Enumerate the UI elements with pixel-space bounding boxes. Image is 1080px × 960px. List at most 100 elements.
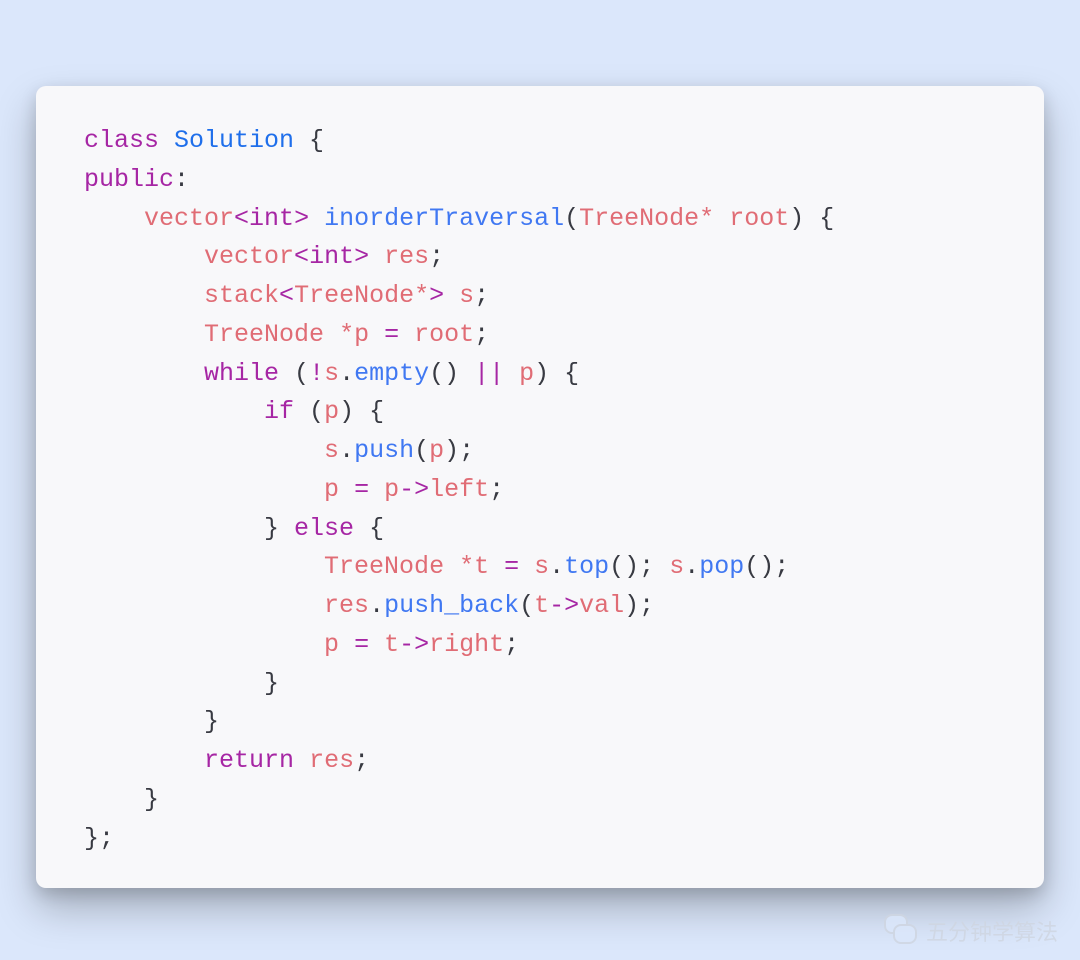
code-token: ( [519, 591, 534, 620]
code-token: ) { [789, 204, 834, 233]
code-token: ( [309, 397, 324, 426]
code-token: t [384, 630, 399, 659]
code-token [84, 281, 204, 310]
code-token: < [279, 281, 294, 310]
code-token: TreeNode [579, 204, 699, 233]
code-token: s [459, 281, 474, 310]
code-token [84, 475, 324, 504]
code-token: p [519, 359, 534, 388]
code-token [84, 436, 324, 465]
code-token [84, 359, 204, 388]
code-card: class Solution { public: vector<int> ino… [36, 86, 1044, 888]
code-token: left [429, 475, 489, 504]
code-token: < [294, 242, 309, 271]
code-token [84, 552, 324, 581]
code-token: } [84, 707, 219, 736]
code-token: push [354, 436, 414, 465]
code-token: . [339, 359, 354, 388]
code-token: -> [399, 475, 429, 504]
code-token: = [354, 475, 384, 504]
code-token: * [339, 320, 354, 349]
code-token: res [309, 746, 354, 775]
code-token: int [249, 204, 294, 233]
code-token: > [354, 242, 384, 271]
code-token: empty [354, 359, 429, 388]
code-token: { [369, 514, 384, 543]
code-token: t [474, 552, 504, 581]
code-token [84, 397, 264, 426]
code-token: > [429, 281, 459, 310]
code-token: ! [309, 359, 324, 388]
code-token: > [294, 204, 324, 233]
code-token: s [669, 552, 684, 581]
code-token: val [579, 591, 624, 620]
code-token: p [429, 436, 444, 465]
code-token [84, 591, 324, 620]
code-token: p [324, 475, 354, 504]
code-token: ; [504, 630, 519, 659]
code-token: root [414, 320, 474, 349]
code-token: * [459, 552, 474, 581]
code-token: s [534, 552, 549, 581]
code-token: pop [699, 552, 744, 581]
code-token: Solution [174, 126, 294, 155]
code-token: p [354, 320, 384, 349]
code-token: } [84, 785, 159, 814]
code-token: class [84, 126, 174, 155]
code-token: } [84, 669, 279, 698]
code-token: res [324, 591, 369, 620]
code-token: ) { [534, 359, 579, 388]
code-token: { [294, 126, 324, 155]
code-token: push_back [384, 591, 519, 620]
code-token: p [324, 630, 354, 659]
code-token: . [369, 591, 384, 620]
code-token: return [204, 746, 309, 775]
code-token: res [384, 242, 429, 271]
code-token: (); [609, 552, 669, 581]
code-token: < [234, 204, 249, 233]
code-token: s [324, 436, 339, 465]
code-token: TreeNode [204, 320, 339, 349]
code-token: || [474, 359, 519, 388]
code-token: vector [144, 204, 234, 233]
code-token: }; [84, 824, 114, 853]
code-token: = [504, 552, 534, 581]
code-token [84, 746, 204, 775]
code-token: ); [444, 436, 474, 465]
code-token: inorderTraversal [324, 204, 564, 233]
code-token: ( [414, 436, 429, 465]
code-token: root [729, 204, 789, 233]
code-token: ; [474, 320, 489, 349]
code-token: right [429, 630, 504, 659]
code-token: } [84, 514, 294, 543]
code-token: s [324, 359, 339, 388]
watermark: 五分钟学算法 [884, 914, 1058, 948]
code-token: ); [624, 591, 654, 620]
code-token: : [174, 165, 189, 194]
code-token: (); [744, 552, 789, 581]
code-token [84, 320, 204, 349]
code-token: TreeNode [294, 281, 414, 310]
code-token: . [339, 436, 354, 465]
code-token: p [324, 397, 339, 426]
code-block: class Solution { public: vector<int> ino… [84, 122, 1014, 858]
code-token: t [534, 591, 549, 620]
code-token: = [384, 320, 414, 349]
code-token: -> [549, 591, 579, 620]
code-token: while [204, 359, 294, 388]
code-token: if [264, 397, 309, 426]
code-token: -> [399, 630, 429, 659]
code-token [84, 242, 204, 271]
code-token: * [699, 204, 729, 233]
code-token: else [294, 514, 369, 543]
code-token: top [564, 552, 609, 581]
code-token: ( [294, 359, 309, 388]
code-token: ( [564, 204, 579, 233]
code-token [84, 630, 324, 659]
code-token: ) { [339, 397, 384, 426]
code-token: TreeNode [324, 552, 459, 581]
code-token: = [354, 630, 384, 659]
code-token: . [549, 552, 564, 581]
code-token: * [414, 281, 429, 310]
code-token: () [429, 359, 474, 388]
